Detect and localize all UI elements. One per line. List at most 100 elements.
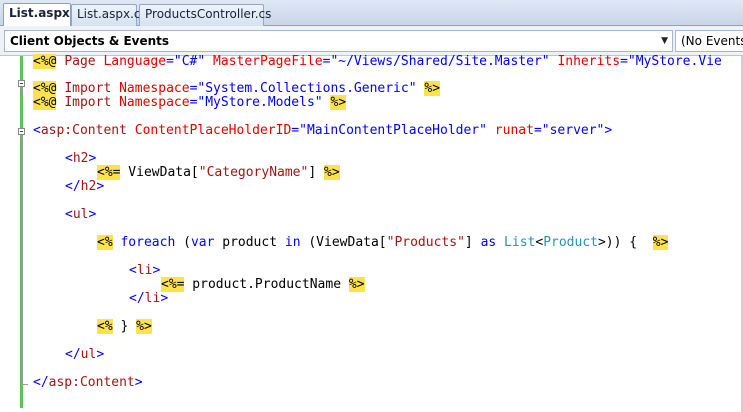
code-token: }: [112, 319, 137, 334]
tab-list-aspx[interactable]: List.aspx: [3, 3, 71, 27]
code-token: product: [214, 235, 285, 250]
events-dropdown-label: (No Events): [681, 34, 743, 48]
code-token: %>: [330, 95, 347, 110]
code-line: </h2>: [65, 180, 104, 194]
code-token: Product: [543, 235, 598, 250]
code-token: </: [33, 375, 49, 390]
code-token: >: [160, 291, 169, 306]
code-token: >: [96, 179, 105, 194]
code-token: <%@: [33, 95, 57, 110]
code-line: <%= ViewData["CategoryName"] %>: [97, 165, 340, 180]
code-token: ]: [308, 165, 324, 180]
code-token: >: [88, 207, 97, 222]
code-token: <%@: [33, 81, 57, 96]
code-token: %>: [424, 81, 441, 96]
code-token: ="C#": [166, 54, 206, 69]
code-token: Inherits: [557, 54, 621, 69]
code-token: <: [65, 207, 73, 222]
code-token: </: [129, 291, 145, 306]
code-token: <: [33, 123, 41, 138]
code-token: ="MainContentPlaceHolder": [291, 123, 487, 138]
events-dropdown[interactable]: (No Events): [675, 30, 743, 52]
code-token: <%=: [97, 165, 121, 180]
code-line: </asp:Content>: [33, 376, 143, 390]
code-editor[interactable]: <%@ Page Language="C#" MasterPageFile="~…: [0, 54, 743, 412]
outline-guide-end: [22, 384, 28, 385]
code-token: >: [88, 151, 97, 166]
chevron-down-icon[interactable]: ▼: [661, 31, 668, 51]
code-token: MasterPageFile: [213, 54, 323, 69]
code-token: ul: [80, 347, 97, 362]
tab-list-aspx-cs[interactable]: List.aspx.cs: [71, 4, 147, 26]
code-token: var: [190, 235, 215, 250]
code-token: (: [175, 235, 191, 250]
code-token: Namespace: [119, 81, 190, 96]
code-line: <asp:Content ContentPlaceHolderID="MainC…: [33, 124, 612, 138]
code-token: >: [134, 375, 143, 390]
code-token: %>: [136, 319, 152, 334]
code-token: >: [96, 347, 105, 362]
code-line: <h2>: [65, 152, 96, 166]
code-token: h2: [80, 179, 97, 194]
code-token: <: [535, 235, 544, 250]
collapse-region-icon[interactable]: [18, 128, 25, 135]
code-token: "Products": [386, 235, 465, 250]
code-line: </ul>: [65, 348, 104, 362]
code-token: h2: [72, 151, 89, 166]
code-token: <: [129, 263, 137, 278]
code-token: %>: [324, 165, 340, 180]
code-token: ]: [464, 235, 481, 250]
code-token: asp:Content: [40, 123, 127, 138]
code-token: >)) {: [597, 235, 653, 250]
code-token: ="~/Views/Shared/Site.Master": [322, 54, 550, 69]
code-line: <%= product.ProductName %>: [161, 277, 365, 292]
code-token: ContentPlaceHolderID: [134, 123, 292, 138]
code-token: ="System.Collections.Generic": [189, 81, 417, 96]
code-token: Import: [64, 95, 112, 110]
code-token: ="MyStore.Models": [189, 95, 323, 110]
code-token: </: [65, 347, 81, 362]
code-token: <%@: [33, 54, 57, 69]
code-token: Language: [103, 54, 167, 69]
code-token: <%=: [161, 277, 185, 292]
code-line: <%@ Import Namespace="MyStore.Models" %>: [33, 95, 347, 110]
code-token: foreach: [120, 235, 176, 250]
code-token: ViewData[: [120, 165, 199, 180]
code-token: "CategoryName": [198, 165, 309, 180]
code-token: product.ProductName: [184, 277, 349, 292]
code-line: <li>: [129, 264, 160, 278]
code-token: %>: [652, 235, 669, 250]
code-token: in: [284, 235, 301, 250]
code-token: %>: [348, 277, 365, 292]
code-token: as: [480, 235, 497, 250]
outline-guide: [22, 135, 23, 384]
document-tab-strip: List.aspx List.aspx.cs ProductsControlle…: [0, 0, 743, 27]
code-line: <% foreach (var product in (ViewData["Pr…: [97, 235, 669, 250]
code-token: asp:Content: [48, 375, 135, 390]
code-token: <: [65, 151, 73, 166]
code-token: Page: [64, 54, 96, 69]
code-token: ="server": [533, 123, 605, 138]
code-token: <%: [97, 319, 113, 334]
code-token: List: [504, 235, 536, 250]
code-token: </: [65, 179, 81, 194]
code-line: <% } %>: [97, 319, 152, 334]
code-line: </li>: [129, 292, 168, 306]
code-token: Namespace: [119, 95, 190, 110]
code-token: li: [144, 291, 161, 306]
code-line: <%@ Import Namespace="System.Collections…: [33, 81, 441, 96]
code-token: runat: [494, 123, 534, 138]
code-token: ul: [72, 207, 89, 222]
tab-products-controller-cs[interactable]: ProductsController.cs: [139, 4, 271, 26]
code-token: ="MyStore.Vie: [620, 54, 722, 69]
collapse-region-icon[interactable]: [18, 80, 25, 87]
client-objects-dropdown[interactable]: Client Objects & Events ▼: [4, 30, 673, 52]
code-line: <%@ Page Language="C#" MasterPageFile="~…: [33, 54, 722, 69]
code-token: <%: [97, 235, 113, 250]
